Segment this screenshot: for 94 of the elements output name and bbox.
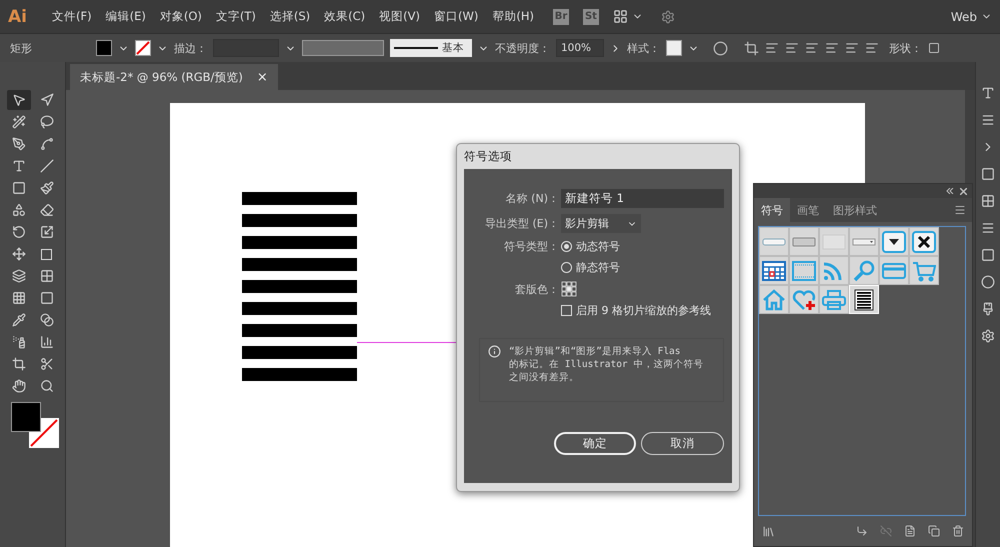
close-icon[interactable] [960, 188, 967, 194]
fill-swatch[interactable] [96, 40, 112, 56]
stroke-line-icon [394, 46, 438, 50]
shape-label: 形状： [889, 40, 922, 56]
name-label: 名称 (N)： [504, 191, 559, 206]
name-field[interactable]: 新建符号 1 [561, 189, 724, 208]
align-icon[interactable] [825, 41, 839, 55]
menu-item[interactable]: 效果(C) [319, 9, 370, 24]
symbol-swatch[interactable] [909, 256, 939, 285]
app-logo: Ai [8, 6, 27, 26]
opacity-label: 不透明度： [495, 40, 550, 56]
panel-menu-icon[interactable] [954, 204, 966, 216]
align-icon[interactable] [845, 41, 859, 55]
library-icon[interactable] [762, 524, 775, 538]
stroke-none-swatch[interactable] [135, 40, 151, 56]
field-shape-icon [852, 238, 876, 246]
symbol-type-radio[interactable]: 静态符号 [561, 260, 724, 275]
document-tab[interactable]: 未标题-2* @ 96% (RGB/预览) × [70, 64, 278, 90]
character-icon[interactable] [981, 86, 995, 100]
symbol-swatch[interactable] [879, 227, 909, 256]
opacity-field[interactable]: 100% [556, 39, 604, 57]
calendar-icon [762, 260, 786, 282]
layout-icon[interactable] [612, 9, 628, 24]
symbol-swatch[interactable] [819, 285, 849, 314]
align-icon[interactable] [785, 41, 799, 55]
symbol-swatch[interactable] [819, 256, 849, 285]
menu-item[interactable]: 编辑(E) [100, 9, 151, 24]
info-icon [488, 345, 501, 358]
heart-plus-icon [792, 288, 816, 310]
symbol-type-radio[interactable]: 动态符号 [561, 239, 724, 254]
menu-item[interactable]: 窗口(W) [429, 9, 484, 24]
menu-item[interactable]: 帮助(H) [487, 9, 539, 24]
variable-width-field[interactable] [302, 40, 384, 56]
search-icon [852, 260, 876, 282]
shape-icon[interactable] [928, 42, 940, 54]
symbol-swatch[interactable] [789, 256, 819, 285]
symbol-type-label: 符号类型： [503, 239, 559, 254]
symbol-swatch[interactable] [789, 227, 819, 256]
symbol-swatch[interactable] [819, 227, 849, 256]
align-icon[interactable] [805, 41, 819, 55]
ok-button[interactable]: 确定 [554, 432, 636, 455]
house-icon [762, 288, 786, 310]
workspace-switcher[interactable]: Web [950, 10, 977, 24]
collapse-icon[interactable] [946, 188, 954, 194]
registration-grid-icon[interactable] [561, 281, 577, 297]
symbol-swatch[interactable] [879, 256, 909, 285]
panel-tab[interactable]: 图形样式 [826, 198, 884, 222]
fill-color-swatch[interactable] [10, 402, 40, 432]
stroke-label: 描边： [174, 40, 207, 56]
select-tool-icon[interactable] [6, 90, 30, 110]
align-icon[interactable] [765, 41, 779, 55]
export-type-dropdown[interactable]: 影片剪辑 [561, 214, 641, 233]
export-type-label: 导出类型 (E)： [484, 216, 559, 231]
trash-icon[interactable] [952, 525, 964, 537]
paragraph-icon[interactable] [981, 113, 995, 127]
symbol-swatch[interactable] [759, 227, 789, 256]
style-label: 样式： [627, 40, 660, 56]
info-text: “影片剪辑”和“图形”是用来导入 Flas 的标记。在 Illustrator 中，这两个符号 之间没有差异。 [509, 345, 704, 385]
radio-dot[interactable] [561, 262, 572, 273]
button-shape-icon [762, 238, 786, 246]
menu-item[interactable]: 视图(V) [374, 9, 425, 24]
menu-item[interactable]: 文字(T) [210, 9, 261, 24]
brush-name: 基本 [442, 41, 464, 55]
film-strip-icon [792, 260, 816, 282]
settings-icon[interactable] [981, 329, 995, 343]
panel-tab[interactable]: 画笔 [790, 198, 826, 222]
radio-dot[interactable] [561, 241, 572, 252]
cart-icon [912, 260, 936, 282]
button-shape-icon [792, 236, 816, 246]
close-icon [912, 230, 936, 252]
printer-icon [822, 288, 846, 310]
guides-checkbox[interactable]: 启用 9 格切片缩放的参考线 [561, 303, 724, 318]
cancel-button[interactable]: 取消 [641, 432, 724, 455]
checkbox[interactable] [561, 305, 572, 316]
symbol-swatch[interactable] [759, 256, 789, 285]
symbol-swatch[interactable] [849, 227, 879, 256]
break-link-icon [880, 525, 892, 537]
registration-label: 套版色： [514, 282, 559, 296]
brush-icon[interactable] [981, 302, 995, 316]
align-icon[interactable] [865, 41, 879, 55]
brush-field[interactable]: 基本 [390, 39, 472, 57]
symbol-swatch[interactable] [849, 256, 879, 285]
panel-tab[interactable]: 符号 [754, 198, 790, 222]
object-type-label: 矩形 [10, 40, 33, 56]
symbol-swatch[interactable] [759, 285, 789, 314]
menu-item[interactable]: 对象(O) [154, 9, 207, 24]
symbol-swatch[interactable] [789, 285, 819, 314]
dialog-title: 符号选项 [464, 148, 513, 165]
menu-item[interactable]: 文件(F) [46, 9, 97, 24]
stripes-icon [852, 288, 876, 310]
style-swatch[interactable] [666, 40, 682, 56]
symbol-swatch[interactable] [909, 227, 939, 256]
menu-item[interactable]: 选择(S) [264, 9, 316, 24]
close-tab-button[interactable]: × [256, 70, 268, 84]
